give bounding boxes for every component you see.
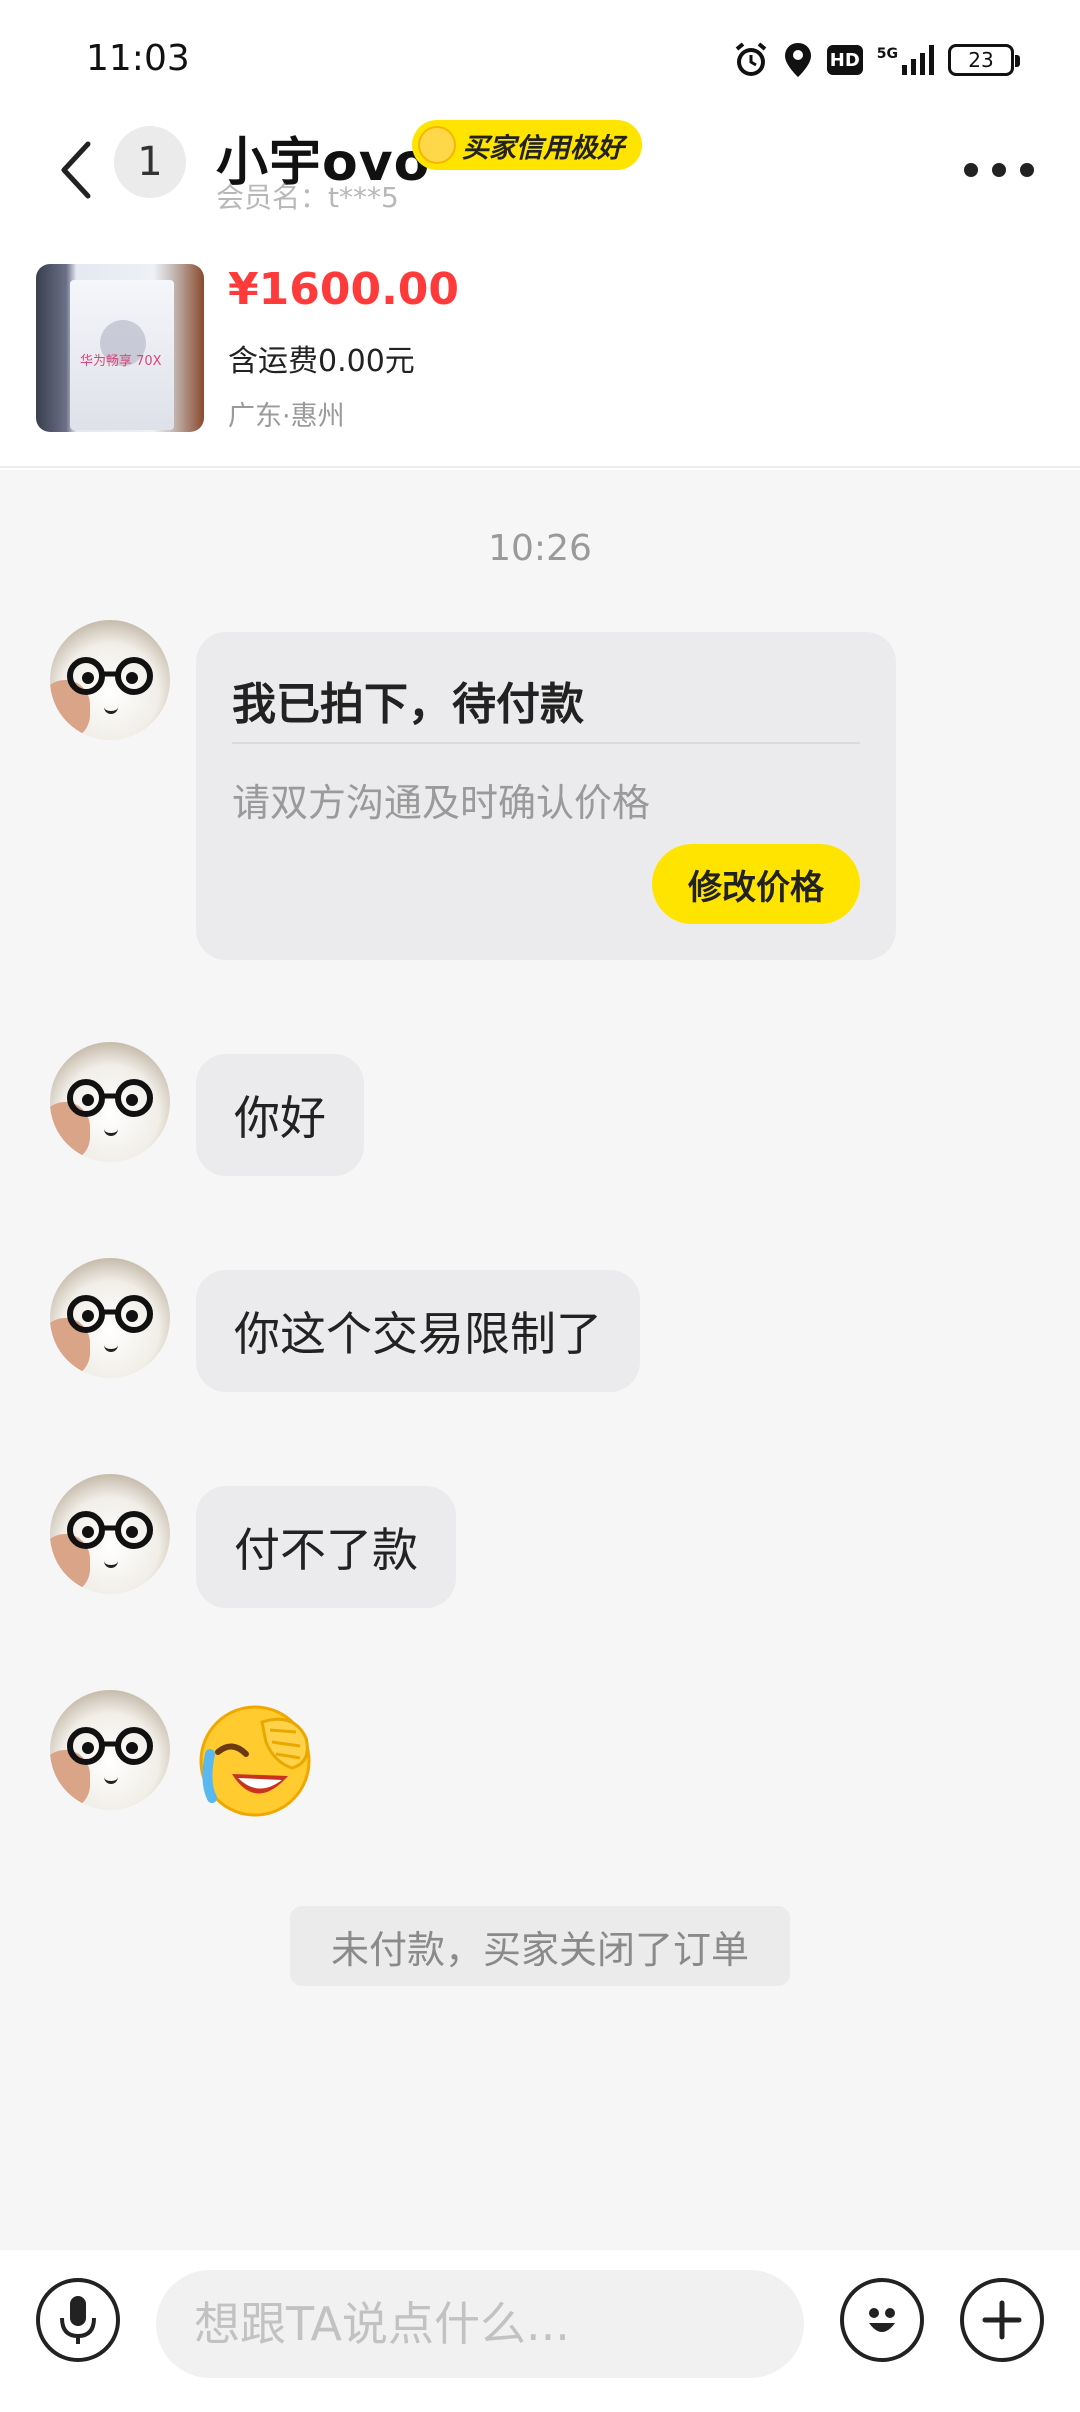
chat-screen: 11:03 HD 5G 23 1 小宇ovo 买家信用极好 会员名：t***5 …	[0, 0, 1080, 2412]
crying-laughing-emoji-icon[interactable]	[196, 1702, 314, 1820]
plus-icon	[982, 2300, 1022, 2340]
signal-icon: 5G	[877, 45, 934, 75]
voice-button[interactable]	[36, 2278, 120, 2362]
unread-count-badge[interactable]: 1	[114, 126, 186, 198]
back-button[interactable]	[46, 130, 106, 210]
time-divider: 10:26	[488, 528, 592, 569]
status-time: 11:03	[86, 38, 190, 79]
plus-button[interactable]	[960, 2278, 1044, 2362]
product-card[interactable]: 华为畅享 70X ¥1600.00 含运费0.00元 广东·惠州	[0, 258, 1080, 468]
order-card-title: 我已拍下，待付款	[232, 679, 584, 730]
battery-icon: 23	[948, 44, 1020, 76]
input-bar	[0, 2250, 1080, 2412]
message-input[interactable]	[156, 2270, 804, 2378]
location-icon	[783, 41, 813, 79]
more-options-button[interactable]	[964, 150, 1034, 190]
smiley-icon	[869, 2308, 895, 2332]
product-thumbnail[interactable]: 华为畅享 70X	[36, 264, 204, 432]
more-dot-icon	[964, 163, 978, 177]
chat-header: 1 小宇ovo 买家信用极好 会员名：t***5	[0, 120, 1080, 240]
microphone-icon	[60, 2296, 96, 2344]
chevron-left-icon	[61, 141, 91, 199]
edit-price-button[interactable]: 修改价格	[652, 844, 860, 924]
product-location: 广东·惠州	[228, 401, 345, 432]
status-icons: HD 5G 23	[733, 38, 1020, 82]
avatar[interactable]	[50, 1258, 170, 1378]
order-card-subtitle: 请双方沟通及时确认价格	[232, 781, 651, 825]
battery-level: 23	[968, 48, 994, 72]
credit-badge-label: 买家信用极好	[462, 132, 624, 164]
message-bubble[interactable]: 付不了款	[196, 1486, 456, 1608]
hd-icon: HD	[826, 45, 863, 75]
chat-area[interactable]: 10:26 我已拍下，待付款 请双方沟通及时确认价格 修改价格 你好 你这个交易…	[0, 470, 1080, 2250]
avatar[interactable]	[50, 620, 170, 740]
heart-eyes-icon	[418, 126, 456, 164]
network-label: 5G	[876, 46, 898, 62]
order-status-card: 我已拍下，待付款 请双方沟通及时确认价格 修改价格	[196, 632, 896, 960]
product-price: ¥1600.00	[228, 264, 460, 315]
credit-badge[interactable]: 买家信用极好	[412, 120, 642, 170]
divider	[232, 742, 860, 744]
product-shipping: 含运费0.00元	[228, 344, 415, 379]
message-bubble[interactable]: 你好	[196, 1054, 364, 1176]
emoji-button[interactable]	[840, 2278, 924, 2362]
more-dot-icon	[1020, 163, 1034, 177]
avatar[interactable]	[50, 1474, 170, 1594]
avatar[interactable]	[50, 1690, 170, 1810]
status-bar: 11:03 HD 5G 23	[0, 0, 1080, 120]
more-dot-icon	[992, 163, 1006, 177]
member-name: 会员名：t***5	[216, 181, 399, 214]
system-notice: 未付款，买家关闭了订单	[290, 1906, 790, 1986]
product-thumb-text: 华为畅享 70X	[80, 354, 162, 369]
message-bubble[interactable]: 你这个交易限制了	[196, 1270, 640, 1392]
alarm-icon	[733, 41, 769, 79]
avatar[interactable]	[50, 1042, 170, 1162]
